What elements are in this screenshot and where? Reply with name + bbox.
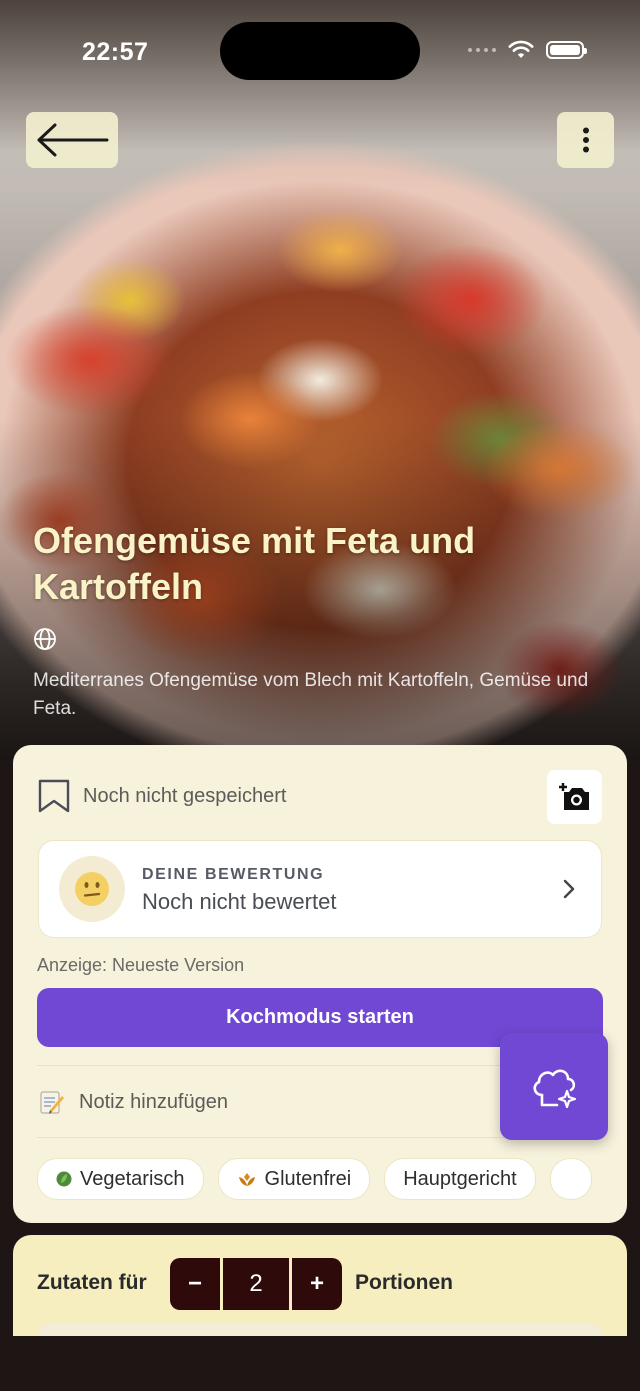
ingredients-card: Zutaten für − 2 + Portionen [13,1235,627,1336]
camera-add-icon [558,783,589,810]
back-button[interactable] [26,112,118,168]
status-indicators [468,40,587,60]
chef-hat-sparkle-icon [533,1069,577,1108]
tag-hauptgericht[interactable]: Hauptgericht [384,1158,536,1200]
servings-value[interactable]: 2 [223,1258,289,1310]
save-toggle[interactable]: Noch nicht gespeichert [37,779,286,813]
bookmark-icon [38,779,70,813]
rating-caption: DEINE BEWERTUNG [142,866,325,883]
memo-icon [40,1091,64,1114]
add-note-label: Notiz hinzufügen [79,1090,228,1113]
leaf-icon [56,1171,72,1187]
tag-list: Vegetarisch Glutenfrei Hauptgericht [37,1158,603,1200]
ingredients-list [37,1323,603,1336]
add-note-row[interactable]: Notiz hinzufügen [39,1089,228,1115]
bottom-area [0,1336,640,1391]
wifi-icon [508,40,534,58]
rating-value: Noch nicht bewertet [142,889,337,914]
save-status-label: Noch nicht gespeichert [83,784,287,807]
tag-label: Glutenfrei [264,1167,352,1190]
tag-label: Vegetarisch [80,1167,185,1190]
ingredients-suffix: Portionen [355,1271,453,1294]
more-vertical-icon [582,127,589,153]
battery-icon [546,41,587,59]
tag-vegetarisch[interactable]: Vegetarisch [37,1158,204,1200]
neutral-face-icon [59,856,125,922]
add-photo-button[interactable] [547,770,602,824]
version-text[interactable]: Anzeige: Neueste Version [37,955,244,976]
cellular-icon [468,48,496,52]
ingredients-prefix: Zutaten für [37,1271,147,1294]
more-options-button[interactable] [557,112,614,168]
arrow-left-icon [37,123,109,157]
tag-label: Hauptgericht [403,1167,517,1190]
wheat-icon [238,1173,255,1186]
globe-icon[interactable] [33,627,57,651]
tag-overflow[interactable] [549,1158,592,1200]
dynamic-island [220,22,420,80]
ai-chef-button[interactable] [500,1033,608,1140]
tag-glutenfrei[interactable]: Glutenfrei [217,1158,371,1200]
servings-stepper: − 2 + [170,1258,342,1310]
recipe-title: Ofengemüse mit Feta und Kartoffeln [33,520,476,607]
decrease-servings-button[interactable]: − [170,1258,220,1310]
rating-row[interactable]: DEINE BEWERTUNG Noch nicht bewertet [38,840,602,938]
recipe-description: Mediterranes Ofengemüse vom Blech mit Ka… [33,670,589,719]
status-time: 22:57 [82,38,149,66]
chevron-right-icon [563,879,575,899]
recipe-info-card: Noch nicht gespeichert DEINE BEWERTUNG N… [13,745,627,1223]
increase-servings-button[interactable]: + [292,1258,342,1310]
